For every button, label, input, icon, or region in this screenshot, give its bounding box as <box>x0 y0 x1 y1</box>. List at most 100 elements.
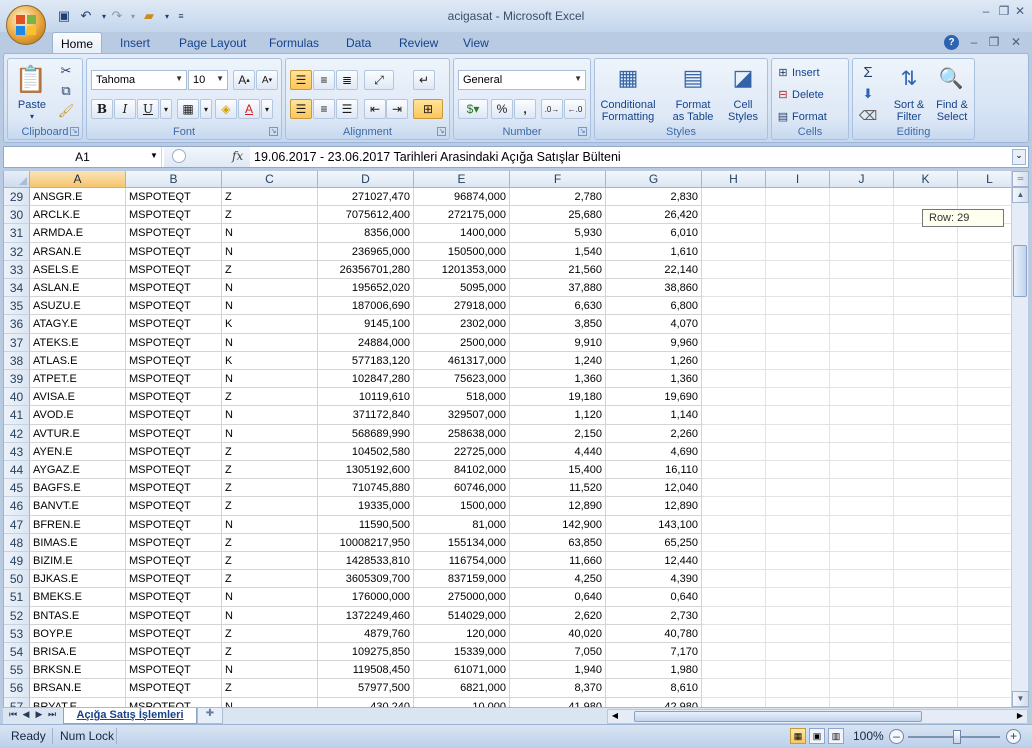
align-middle-icon[interactable]: ≡ <box>313 70 335 90</box>
tab-insert[interactable]: Insert <box>112 32 158 54</box>
cell-e[interactable]: 150500,000 <box>414 242 510 261</box>
cell-h[interactable] <box>702 461 766 480</box>
cell-h[interactable] <box>702 570 766 589</box>
cell-k[interactable] <box>894 315 958 334</box>
cell-j[interactable] <box>830 370 894 389</box>
clear-icon[interactable]: ⌫ <box>859 107 877 125</box>
cell-e[interactable]: 1500,000 <box>414 497 510 516</box>
cell-f[interactable]: 40,020 <box>510 624 606 643</box>
cell-h[interactable] <box>702 279 766 298</box>
cell-b[interactable]: MSPOTEQT <box>126 624 222 643</box>
conditional-formatting-icon[interactable]: ▦ <box>613 63 643 93</box>
cell-g[interactable]: 65,250 <box>606 533 702 552</box>
cell-l[interactable] <box>958 243 1011 261</box>
cell-h[interactable] <box>702 388 766 407</box>
alignment-launcher-icon[interactable]: ↘ <box>437 127 446 136</box>
cell-d[interactable]: 9145,100 <box>318 315 414 334</box>
borders-icon[interactable]: ▦ <box>177 99 199 119</box>
scroll-up-icon[interactable]: ▲ <box>1012 187 1029 203</box>
row-header[interactable]: 34 <box>4 279 30 298</box>
cell-e[interactable]: 329507,000 <box>414 406 510 425</box>
cell-d[interactable]: 8356,000 <box>318 224 414 243</box>
cell-h[interactable] <box>702 679 766 698</box>
cell-h[interactable] <box>702 643 766 662</box>
cell-b[interactable]: MSPOTEQT <box>126 206 222 225</box>
row-header[interactable]: 40 <box>4 388 30 407</box>
comma-button[interactable]: , <box>514 99 536 119</box>
cell-c[interactable]: N <box>222 661 318 680</box>
cell-i[interactable] <box>766 606 830 625</box>
cell-c[interactable]: Z <box>222 552 318 571</box>
cell-k[interactable] <box>894 406 958 425</box>
cell-i[interactable] <box>766 588 830 607</box>
row-header[interactable]: 31 <box>4 224 30 243</box>
cell-i[interactable] <box>766 661 830 680</box>
cell-b[interactable]: MSPOTEQT <box>126 370 222 389</box>
cell-f[interactable]: 19,180 <box>510 388 606 407</box>
cell-h[interactable] <box>702 606 766 625</box>
cell-a[interactable]: AVOD.E <box>30 406 126 425</box>
cell-j[interactable] <box>830 552 894 571</box>
cell-d[interactable]: 57977,500 <box>318 679 414 698</box>
cell-j[interactable] <box>830 442 894 461</box>
cell-e[interactable]: 120,000 <box>414 624 510 643</box>
cell-d[interactable]: 7075612,400 <box>318 206 414 225</box>
cell-g[interactable]: 12,890 <box>606 497 702 516</box>
cell-k[interactable] <box>894 570 958 589</box>
cell-e[interactable]: 1400,000 <box>414 224 510 243</box>
cell-i[interactable] <box>766 206 830 225</box>
cell-b[interactable]: MSPOTEQT <box>126 224 222 243</box>
tab-home[interactable]: Home <box>52 32 103 54</box>
cell-k[interactable] <box>894 279 958 298</box>
cell-i[interactable] <box>766 570 830 589</box>
column-header-f[interactable]: F <box>510 171 606 188</box>
cell-k[interactable] <box>894 333 958 352</box>
cell-j[interactable] <box>830 515 894 534</box>
cell-g[interactable]: 2,830 <box>606 188 702 207</box>
cell-l[interactable] <box>958 552 1011 571</box>
sort-filter-button[interactable]: Sort & Filter <box>889 99 929 123</box>
cell-g[interactable]: 6,800 <box>606 297 702 316</box>
cell-k[interactable] <box>894 497 958 516</box>
autosum-icon[interactable]: Σ <box>859 63 877 81</box>
cell-e[interactable]: 15339,000 <box>414 643 510 662</box>
cell-b[interactable]: MSPOTEQT <box>126 479 222 498</box>
cell-j[interactable] <box>830 333 894 352</box>
cell-j[interactable] <box>830 588 894 607</box>
cell-j[interactable] <box>830 351 894 370</box>
sort-filter-icon[interactable]: ⇅ <box>895 63 923 93</box>
cell-styles-button[interactable]: Cell Styles <box>721 99 765 123</box>
cell-j[interactable] <box>830 497 894 516</box>
cell-styles-icon[interactable]: ◪ <box>728 63 758 93</box>
row-header[interactable]: 42 <box>4 424 30 443</box>
cell-g[interactable]: 42,980 <box>606 697 702 707</box>
split-box-icon[interactable]: ═ <box>1012 171 1029 187</box>
cell-l[interactable] <box>958 497 1011 516</box>
cell-f[interactable]: 9,910 <box>510 333 606 352</box>
cell-e[interactable]: 60746,000 <box>414 479 510 498</box>
cell-f[interactable]: 2,620 <box>510 606 606 625</box>
row-header[interactable]: 48 <box>4 533 30 552</box>
insert-function-icon[interactable]: fx <box>232 149 243 163</box>
cell-b[interactable]: MSPOTEQT <box>126 315 222 334</box>
paste-button[interactable]: Paste <box>12 99 52 111</box>
cell-k[interactable] <box>894 188 958 207</box>
cell-c[interactable]: N <box>222 279 318 298</box>
horizontal-scroll-thumb[interactable] <box>634 711 922 722</box>
zoom-level[interactable]: 100% <box>853 729 884 743</box>
zoom-slider-knob[interactable] <box>953 730 961 744</box>
cell-l[interactable] <box>958 370 1011 389</box>
cell-g[interactable]: 19,690 <box>606 388 702 407</box>
grow-font-button[interactable]: A ▴ <box>233 70 255 90</box>
column-header-g[interactable]: G <box>606 171 702 188</box>
cell-c[interactable]: N <box>222 697 318 707</box>
cell-f[interactable]: 5,930 <box>510 224 606 243</box>
cell-l[interactable] <box>958 425 1011 443</box>
row-header[interactable]: 35 <box>4 297 30 316</box>
cell-i[interactable] <box>766 461 830 480</box>
row-header[interactable]: 30 <box>4 206 30 225</box>
cell-g[interactable]: 1,360 <box>606 370 702 389</box>
orientation-icon[interactable]: ⤢ <box>364 70 394 90</box>
increase-indent-icon[interactable]: ⇥ <box>386 99 408 119</box>
cell-l[interactable] <box>958 224 1011 243</box>
